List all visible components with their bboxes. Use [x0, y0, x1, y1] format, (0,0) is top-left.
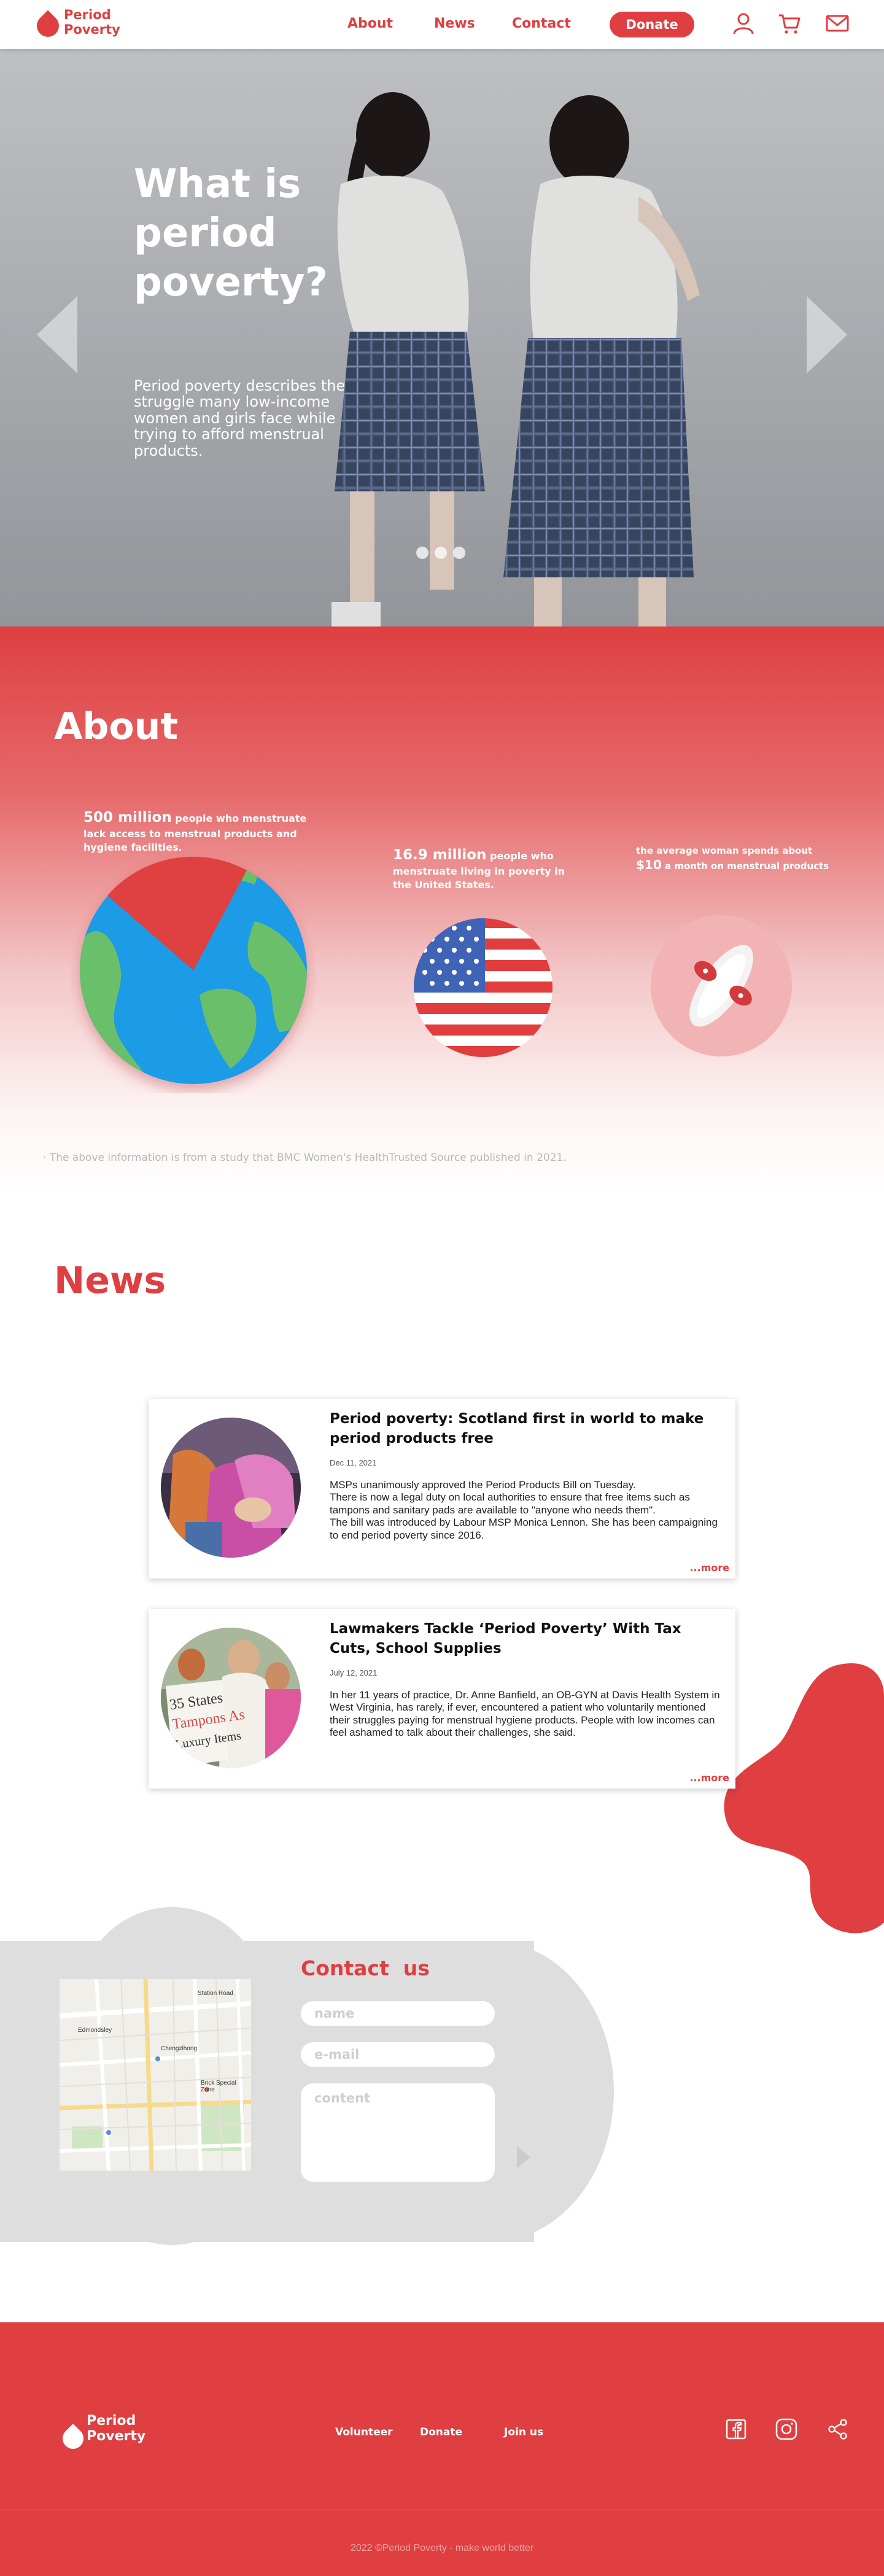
news-title: News	[54, 1259, 166, 1302]
content-textarea[interactable]	[301, 2083, 495, 2182]
carousel-dot-3[interactable]	[453, 547, 465, 559]
carousel-dot-1[interactable]	[416, 547, 428, 559]
site-footer: Period Poverty Volunteer Donate Join us …	[0, 2322, 884, 2576]
name-input[interactable]	[301, 2001, 495, 2026]
about-section: About 500 million people who menstruate …	[0, 626, 884, 1198]
logo-text: Period Poverty	[64, 7, 120, 37]
map-label-special-zone: Brick Special Zone	[201, 2080, 236, 2093]
sanitary-pad-icon	[651, 915, 792, 1056]
donate-button[interactable]: Donate	[610, 12, 694, 37]
copyright-text: 2022 ©Period Poverty - make world better	[350, 2543, 534, 2553]
logo-line2: Poverty	[64, 22, 120, 37]
news-card[interactable]: Period poverty: Scotland first in world …	[149, 1399, 735, 1579]
news-1-title[interactable]: Period poverty: Scotland first in world …	[330, 1409, 723, 1448]
facebook-icon[interactable]	[726, 2419, 746, 2440]
instagram-icon[interactable]	[775, 2418, 797, 2440]
user-icon[interactable]	[731, 11, 756, 36]
us-flag-icon	[414, 918, 552, 1057]
footer-logo-text: Period Poverty	[87, 2413, 145, 2445]
stat3-highlight: $10	[636, 857, 662, 873]
map-label-edmondsley: Edmondsley	[78, 2027, 112, 2034]
footer-logo[interactable]: Period Poverty	[54, 2412, 165, 2455]
nav-news[interactable]: News	[434, 16, 475, 31]
map-label-chengzihong: Chengzihong	[161, 2045, 197, 2052]
news-2-body: In her 11 years of practice, Dr. Anne Ba…	[330, 1689, 720, 1739]
earth-pie-chart	[80, 856, 307, 1084]
stat-10-dollars: the average woman spends about $10 a mon…	[636, 845, 839, 873]
hero-photo	[0, 49, 884, 626]
arrow-right-icon[interactable]	[805, 295, 848, 375]
source-note: · The above information is from a study …	[43, 1152, 567, 1164]
news-1-body: MSPs unanimously approved the Period Pro…	[330, 1479, 718, 1541]
news-card[interactable]: 35 States Tampons As Luxury Items Lawmak…	[149, 1609, 735, 1789]
hero-carousel: What is period poverty? Period poverty d…	[0, 49, 884, 626]
email-input[interactable]	[301, 2042, 495, 2067]
send-arrow-icon[interactable]	[516, 2145, 532, 2169]
map-image	[60, 1979, 251, 2171]
mail-icon[interactable]	[825, 11, 850, 36]
map-label-station-road: Station Road	[198, 1990, 233, 1997]
nav-about[interactable]: About	[347, 16, 393, 31]
cart-icon[interactable]	[777, 11, 802, 36]
news-1-date: Dec 11, 2021	[330, 1458, 377, 1467]
contact-map[interactable]: Station Road Edmondsley Chengzihong Bric…	[60, 1979, 251, 2171]
logo-line1: Period	[64, 7, 111, 22]
footer-logo-drop-icon	[58, 2423, 88, 2454]
stat3-prefix: the average woman spends about	[636, 845, 813, 856]
news-2-more-link[interactable]: ...more	[689, 1772, 729, 1784]
hero-title: What is period poverty?	[134, 162, 328, 305]
logo[interactable]: Period Poverty	[31, 0, 129, 49]
stat2-highlight: 16.9 million	[393, 847, 487, 863]
contact-title: Contact us	[301, 1956, 430, 1980]
news-1-more-link[interactable]: ...more	[689, 1562, 729, 1574]
nav-contact[interactable]: Contact	[512, 16, 571, 31]
news-photo-2: 35 States Tampons As Luxury Items	[161, 1628, 301, 1768]
hero-description: Period poverty describes the struggle ma…	[134, 377, 346, 459]
footer-link-donate[interactable]: Donate	[420, 2426, 462, 2438]
about-title: About	[54, 705, 179, 748]
footer-logo-line2: Poverty	[87, 2429, 146, 2445]
decorative-red-blob	[724, 1663, 884, 1934]
news-photo-1	[161, 1418, 301, 1558]
footer-link-join-us[interactable]: Join us	[504, 2426, 543, 2438]
stat-16-9-million: 16.9 million people who menstruate livin…	[393, 846, 583, 891]
footer-link-volunteer[interactable]: Volunteer	[335, 2426, 393, 2438]
site-header: Period Poverty About News Contact Donate	[0, 0, 884, 49]
share-icon[interactable]	[828, 2418, 848, 2440]
logo-drop-icon	[32, 10, 64, 42]
carousel-dot-2[interactable]	[435, 547, 447, 559]
news-2-date: July 12, 2021	[330, 1668, 378, 1677]
arrow-left-icon[interactable]	[36, 295, 79, 375]
stat1-highlight: 500 million	[83, 810, 172, 825]
footer-logo-line1: Period	[87, 2413, 136, 2429]
news-2-title[interactable]: Lawmakers Tackle ‘Period Poverty’ With T…	[330, 1619, 723, 1658]
stat3-suffix: a month on menstrual products	[664, 861, 829, 872]
